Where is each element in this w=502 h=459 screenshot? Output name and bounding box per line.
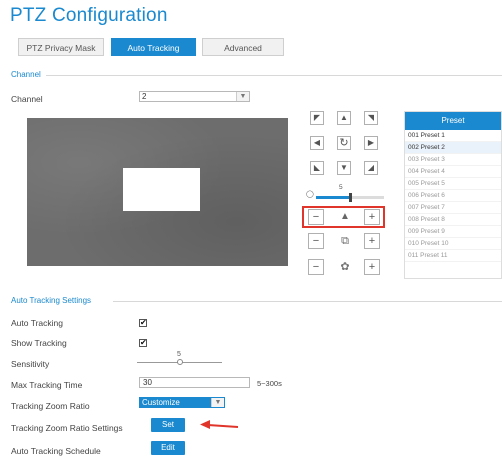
channel-select-value: 2 [142, 92, 147, 101]
speed-slider-thumb[interactable] [349, 193, 352, 202]
tab-bar: PTZ Privacy Mask Auto Tracking Advanced [18, 38, 284, 56]
ptz-up-right-button[interactable]: ◥ [364, 111, 378, 125]
channel-label: Channel [11, 94, 43, 104]
focus-out-button[interactable]: − [308, 233, 324, 249]
sensitivity-label: Sensitivity [11, 359, 50, 369]
zoom-in-button[interactable]: + [364, 209, 380, 225]
tracking-zoom-ratio-select[interactable]: Customize ▼ [139, 397, 225, 408]
preset-item[interactable]: 006 Preset 6 [405, 190, 501, 202]
ptz-down-left-button[interactable]: ◣ [310, 161, 324, 175]
tab-auto-tracking[interactable]: Auto Tracking [111, 38, 196, 56]
arrow-annotation [200, 420, 239, 429]
divider [113, 301, 502, 302]
iris-open-button[interactable]: + [364, 259, 380, 275]
ptz-up-button[interactable]: ▲ [337, 111, 351, 125]
channel-select[interactable]: 2 ▼ [139, 91, 250, 102]
edit-button[interactable]: Edit [151, 441, 185, 455]
tracking-region [123, 168, 200, 211]
max-tracking-time-range: 5~300s [257, 379, 282, 388]
auto-tracking-schedule-label: Auto Tracking Schedule [11, 446, 101, 456]
preset-item[interactable]: 010 Preset 10 [405, 238, 501, 250]
show-tracking-checkbox[interactable]: ✔ [139, 339, 147, 347]
max-tracking-time-label: Max Tracking Time [11, 380, 83, 390]
ptz-up-left-button[interactable]: ◤ [310, 111, 324, 125]
iris-icon: ✿ [340, 261, 350, 273]
arrow-head [200, 420, 210, 429]
auto-tracking-checkbox[interactable]: ✔ [139, 319, 147, 327]
ptz-left-button[interactable]: ◀ [310, 136, 324, 150]
preset-item[interactable]: 004 Preset 4 [405, 166, 501, 178]
max-tracking-time-input[interactable]: 30 [139, 377, 250, 388]
divider [46, 75, 502, 76]
iris-close-button[interactable]: − [308, 259, 324, 275]
speed-slider-fill [316, 196, 350, 199]
auto-tracking-label: Auto Tracking [11, 318, 63, 328]
focus-in-button[interactable]: + [364, 233, 380, 249]
ptz-down-right-button[interactable]: ◢ [364, 161, 378, 175]
tab-advanced[interactable]: Advanced [202, 38, 284, 56]
preset-item[interactable]: 007 Preset 7 [405, 202, 501, 214]
set-button[interactable]: Set [151, 418, 185, 432]
focus-icon: ⧉ [341, 235, 349, 247]
zoom-icon: ▲​ [340, 211, 350, 222]
preset-panel: Preset 001 Preset 1 002 Preset 2 003 Pre… [404, 111, 502, 279]
ptz-down-button[interactable]: ▼ [337, 161, 351, 175]
page-title: PTZ Configuration [10, 5, 168, 26]
preset-item[interactable]: 009 Preset 9 [405, 226, 501, 238]
zoom-out-button[interactable]: − [308, 209, 324, 225]
preset-item[interactable]: 011 Preset 11 [405, 250, 501, 262]
tracking-zoom-ratio-value: Customize [142, 398, 180, 407]
speed-value: 5 [339, 184, 343, 191]
arrow-shaft [207, 424, 239, 428]
chevron-down-icon: ▼ [236, 92, 249, 101]
chevron-down-icon: ▼ [211, 398, 224, 407]
preset-item[interactable]: 005 Preset 5 [405, 178, 501, 190]
tracking-zoom-ratio-settings-label: Tracking Zoom Ratio Settings [11, 423, 123, 433]
sensitivity-value: 5 [177, 351, 181, 358]
speed-icon: ◯ [306, 191, 314, 198]
tab-ptz-privacy-mask[interactable]: PTZ Privacy Mask [18, 38, 104, 56]
show-tracking-label: Show Tracking [11, 338, 67, 348]
sensitivity-slider[interactable] [137, 359, 222, 365]
tracking-zoom-ratio-label: Tracking Zoom Ratio [11, 401, 90, 411]
preset-header: Preset [405, 112, 501, 130]
preset-item[interactable]: 008 Preset 8 [405, 214, 501, 226]
preset-item[interactable]: 003 Preset 3 [405, 154, 501, 166]
auto-tracking-settings-heading: Auto Tracking Settings [11, 296, 92, 305]
preset-item[interactable]: 002 Preset 2 [405, 142, 501, 154]
sensitivity-slider-thumb[interactable] [176, 359, 183, 365]
channel-section-heading: Channel [11, 70, 41, 79]
rotate-icon[interactable]: ↻ [337, 136, 351, 150]
preset-item[interactable]: 001 Preset 1 [405, 130, 501, 142]
ptz-right-button[interactable]: ▶ [364, 136, 378, 150]
speed-slider[interactable] [316, 193, 384, 202]
